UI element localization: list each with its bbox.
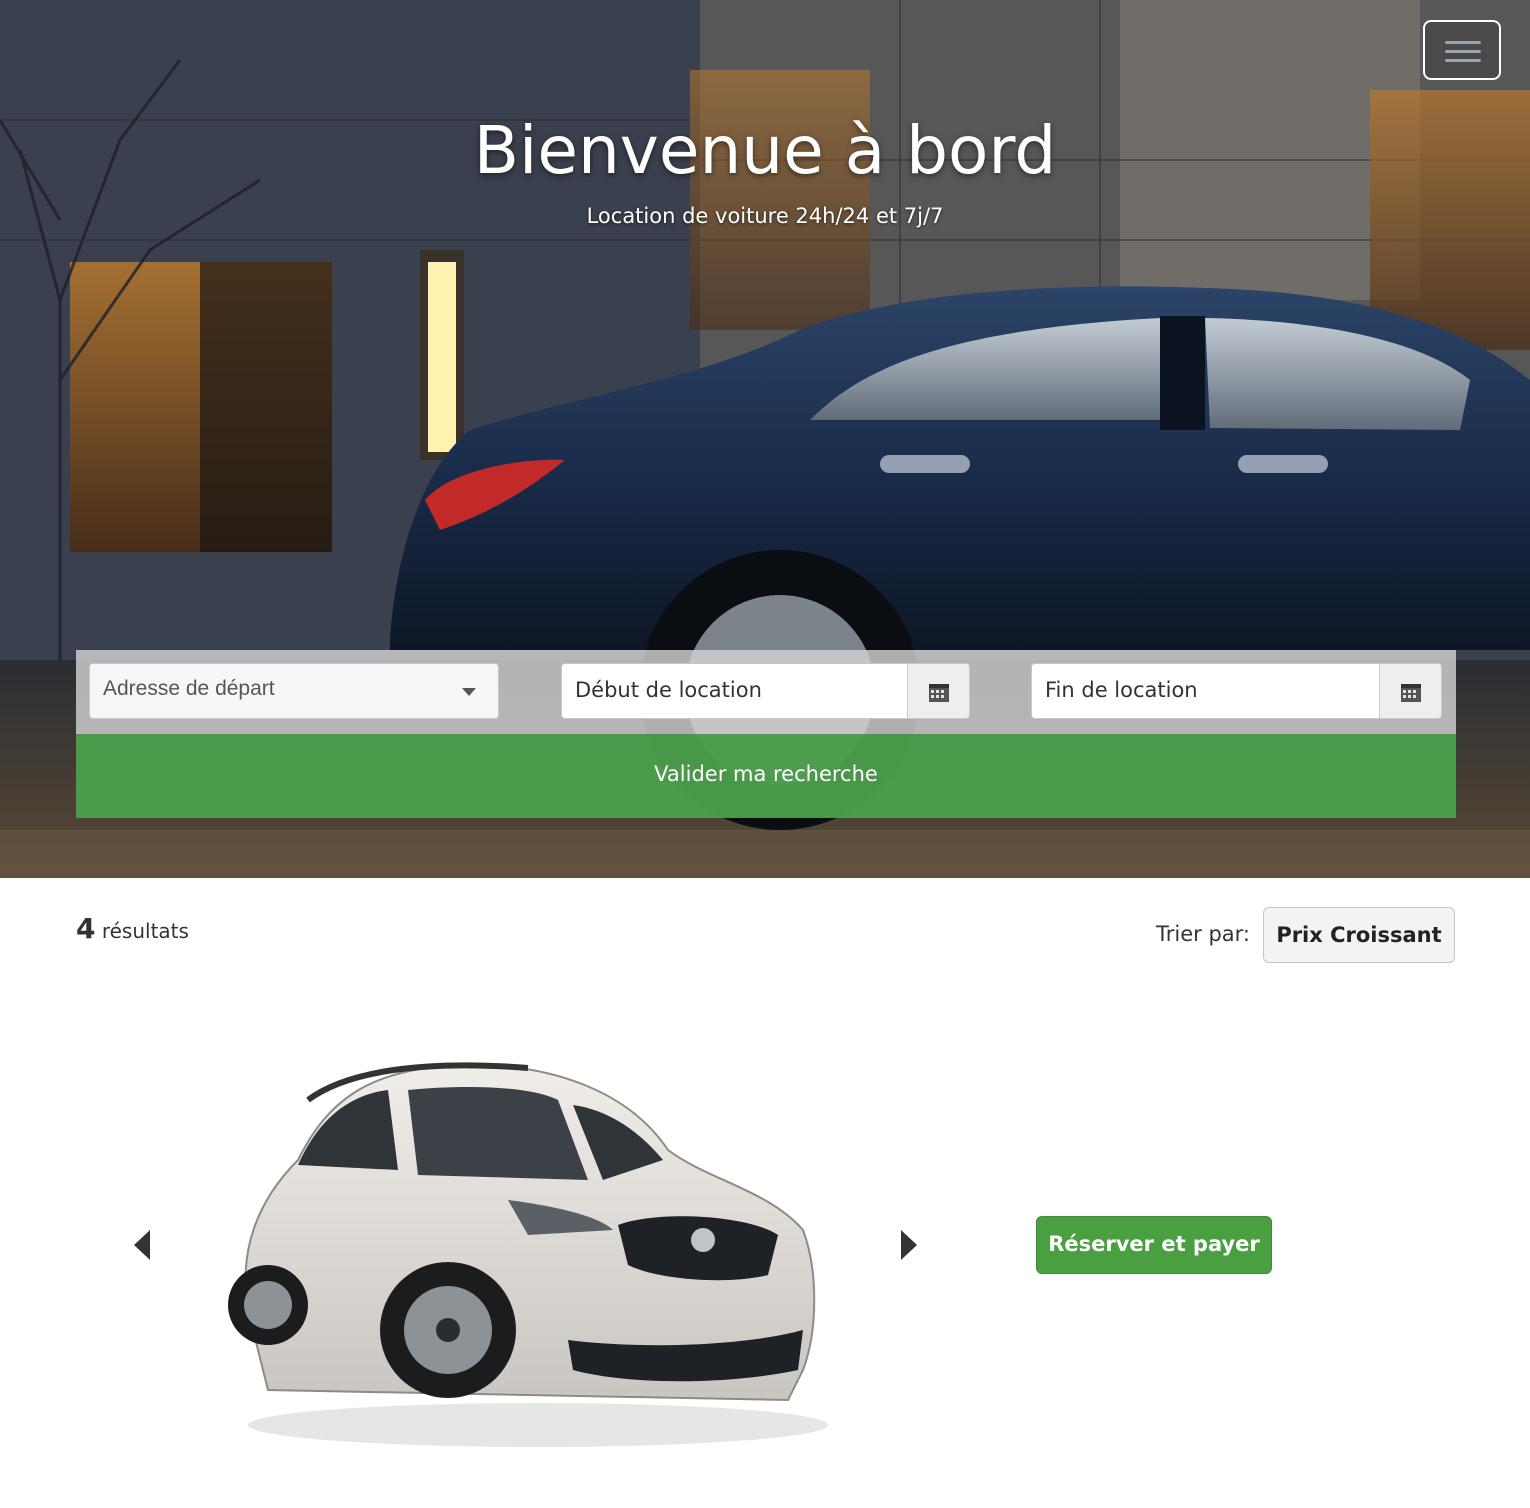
hero-title: Bienvenue à bord <box>473 112 1057 189</box>
results-count-label: résultats <box>101 919 189 943</box>
chevron-right-icon[interactable] <box>901 1230 917 1260</box>
departure-address-placeholder: Adresse de départ <box>103 677 275 700</box>
hero-banner: Bienvenue à bord Location de voiture 24h… <box>0 0 1530 878</box>
chevron-down-icon <box>462 688 476 696</box>
book-and-pay-button[interactable]: Réserver et payer <box>1036 1216 1272 1274</box>
car-image <box>228 1062 828 1447</box>
sort-label: Trier par: <box>1156 922 1250 946</box>
calendar-icon <box>929 684 949 702</box>
calendar-icon <box>1401 684 1421 702</box>
rental-start-calendar-button[interactable] <box>907 664 969 718</box>
hamburger-icon <box>1445 41 1481 44</box>
submit-search-button[interactable]: Valider ma recherche <box>76 734 1456 818</box>
chevron-left-icon[interactable] <box>134 1230 150 1260</box>
rental-end-placeholder: Fin de location <box>1045 678 1198 702</box>
hero-subtitle: Location de voiture 24h/24 et 7j/7 <box>586 204 944 228</box>
results-count: 4 résultats <box>76 912 189 945</box>
hamburger-icon-bar <box>1445 59 1481 62</box>
departure-address-select[interactable]: Adresse de départ <box>89 663 499 719</box>
rental-end-calendar-button[interactable] <box>1379 664 1441 718</box>
rental-start-input[interactable]: Début de location <box>561 663 970 719</box>
search-panel: Adresse de départ Début de location Fin … <box>76 650 1456 734</box>
results-count-number: 4 <box>76 912 96 945</box>
menu-button[interactable] <box>1423 20 1501 80</box>
rental-start-placeholder: Début de location <box>575 678 762 702</box>
rental-end-input[interactable]: Fin de location <box>1031 663 1442 719</box>
sort-select-button[interactable]: Prix Croissant <box>1263 907 1455 963</box>
hamburger-icon-bar <box>1445 50 1481 53</box>
